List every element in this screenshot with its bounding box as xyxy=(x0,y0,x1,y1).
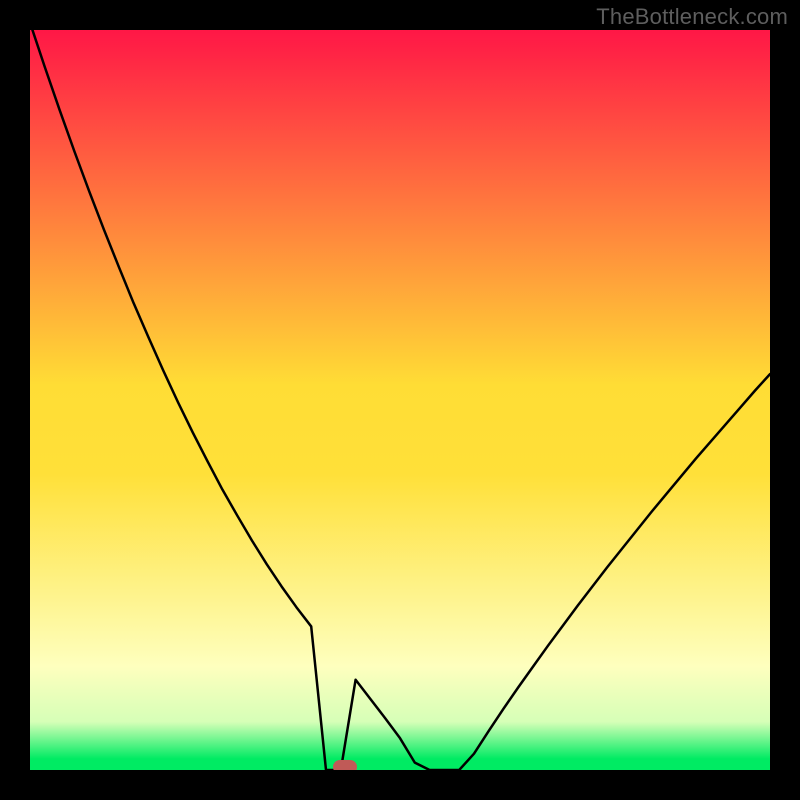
chart-frame: TheBottleneck.com xyxy=(0,0,800,800)
plot-area xyxy=(30,30,770,770)
watermark-text: TheBottleneck.com xyxy=(596,4,788,30)
plot-svg xyxy=(30,30,770,770)
gradient-background xyxy=(30,30,770,770)
optimum-marker xyxy=(333,760,357,770)
